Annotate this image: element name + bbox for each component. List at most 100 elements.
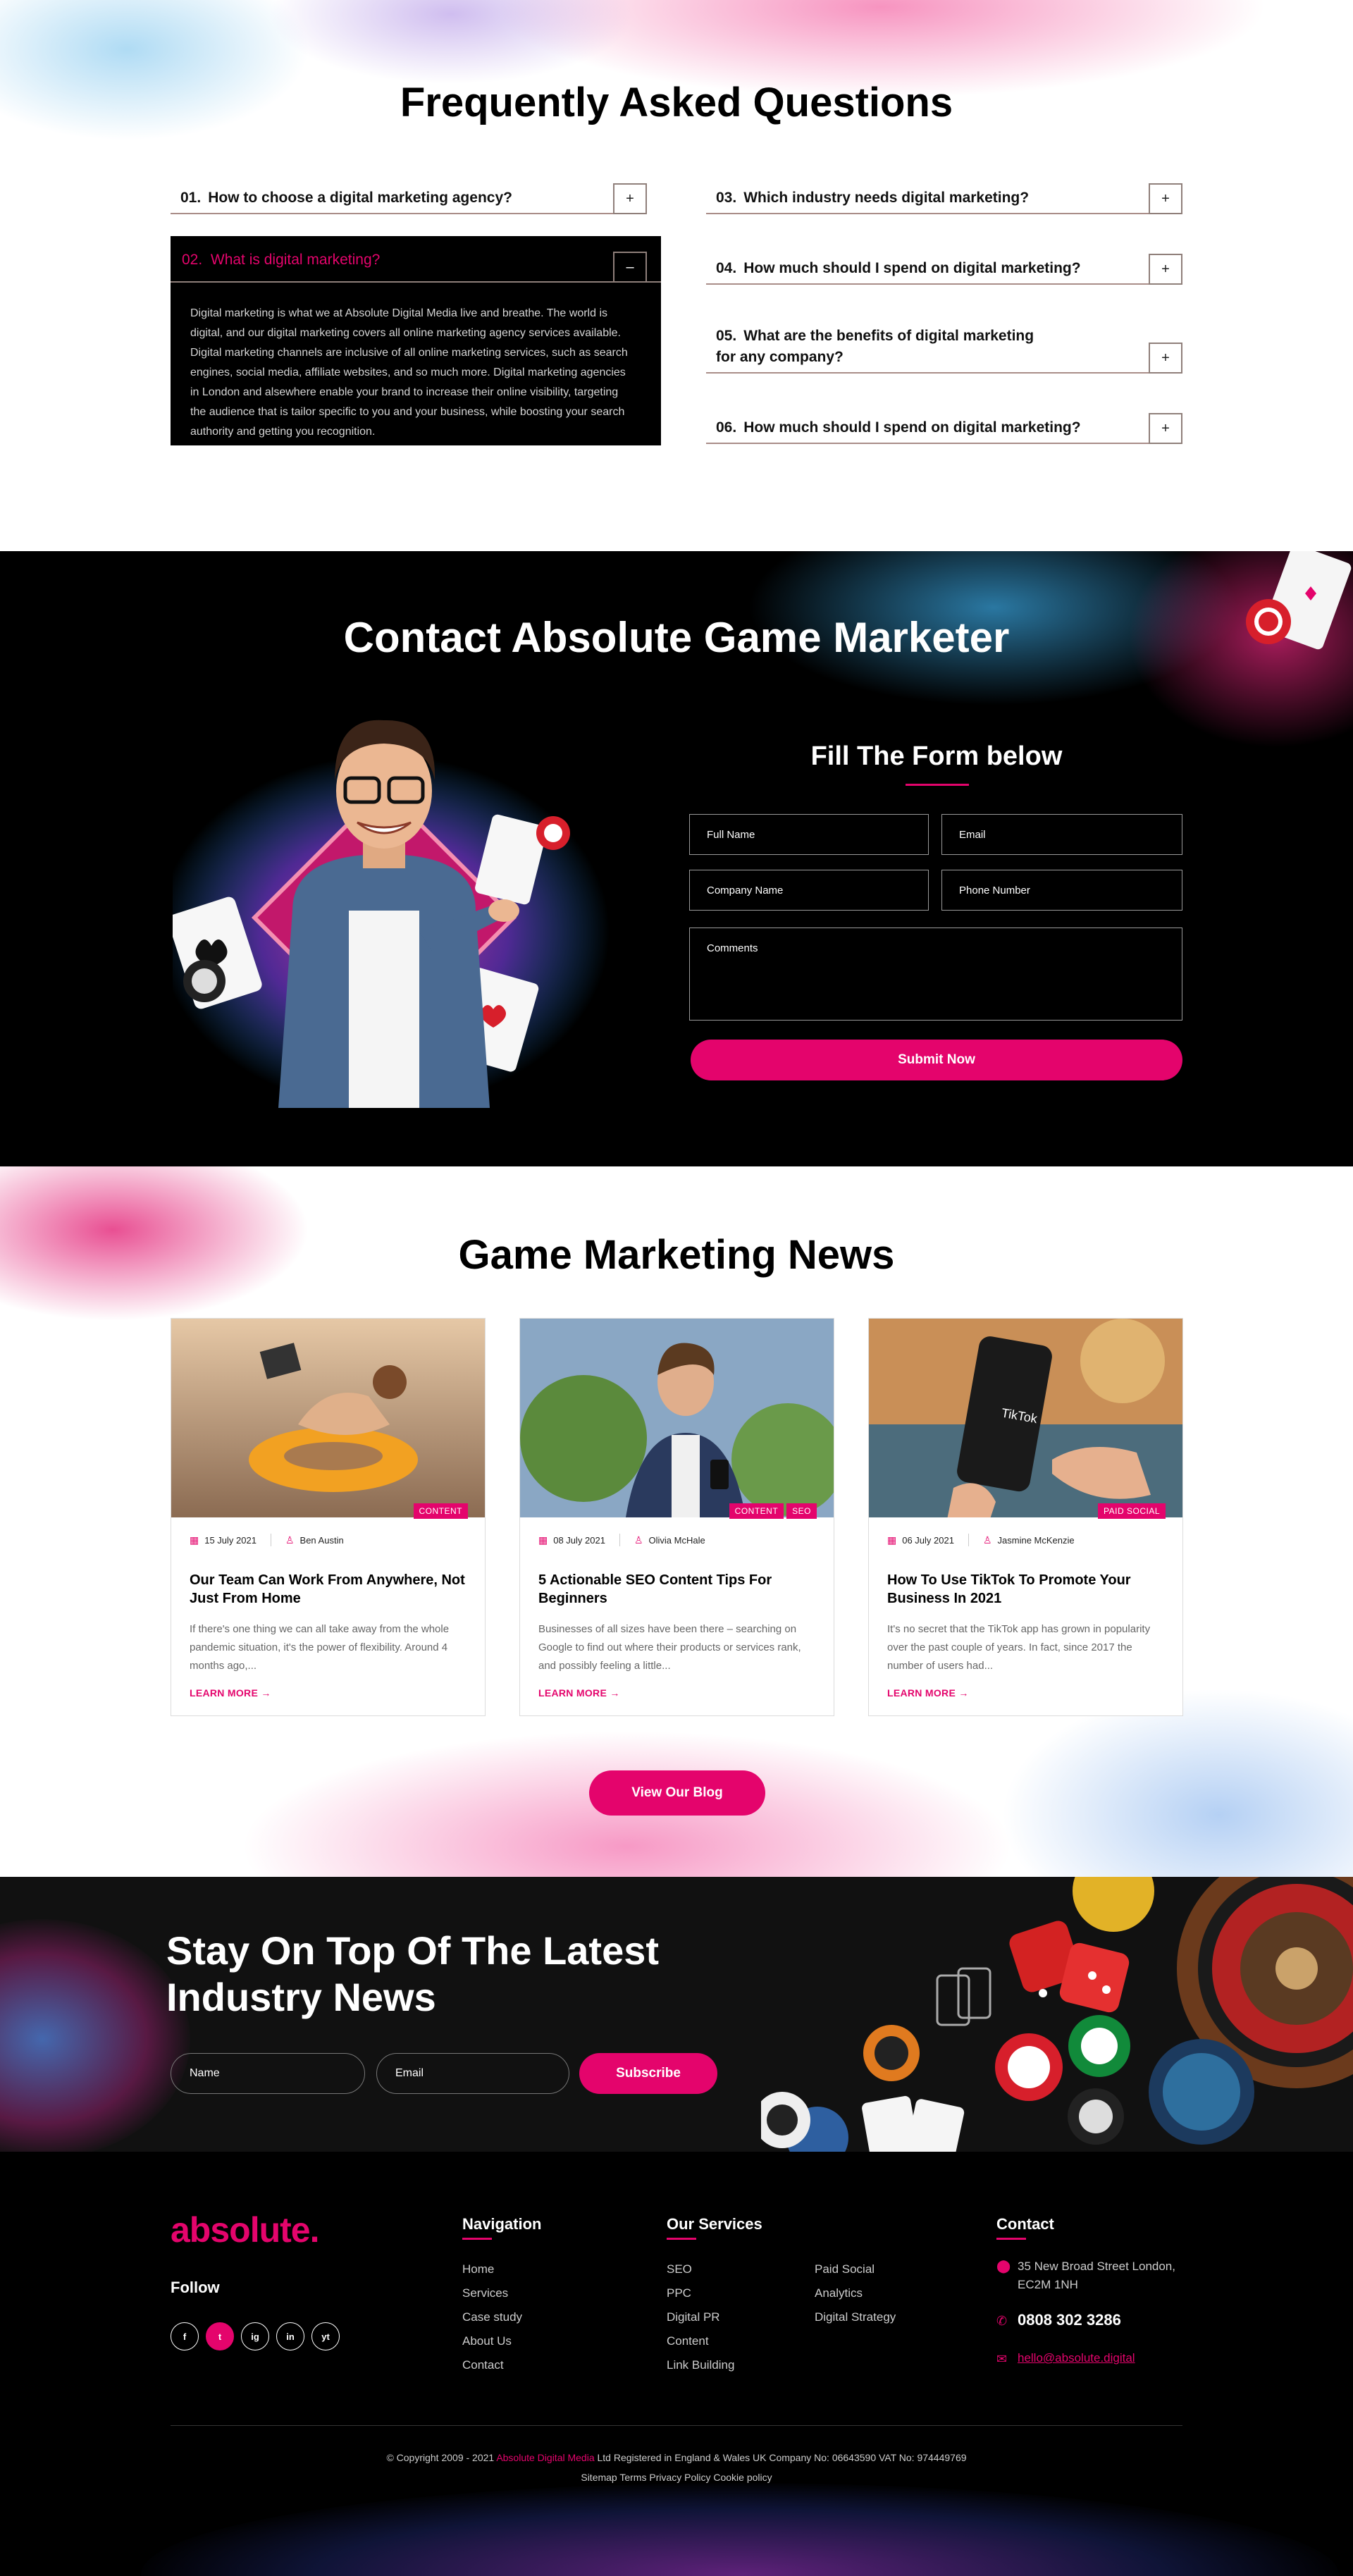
news-card[interactable]: TikTok PAID SOCIAL ▦ 06 July 2021 ♙ Jasm… — [868, 1318, 1183, 1716]
faq-expand-button[interactable]: + — [1149, 413, 1182, 444]
legal-links[interactable]: Sitemap Terms Privacy Policy Cookie poli… — [581, 2472, 772, 2483]
services-list-2: Paid Social Analytics Digital Strategy — [815, 2257, 896, 2329]
faq-collapse-button[interactable]: – — [613, 252, 647, 283]
faq-expand-button[interactable]: + — [1149, 183, 1182, 214]
faq-item-03[interactable]: 03. Which industry needs digital marketin… — [706, 180, 1182, 214]
meta-divider — [619, 1534, 620, 1546]
form-title-underline — [906, 784, 969, 786]
newsletter-name-input[interactable]: Name — [171, 2053, 365, 2094]
service-link[interactable]: Digital Strategy — [815, 2305, 896, 2329]
location-pin-icon: ⬤ — [996, 2259, 1011, 2273]
copyright: © Copyright 2009 - 2021 Absolute Digital… — [386, 2452, 967, 2483]
card-author: Jasmine McKenzie — [997, 1534, 1075, 1546]
company-name-field[interactable]: Company Name — [689, 870, 929, 911]
news-title: Game Marketing News — [458, 1232, 895, 1278]
full-name-field[interactable]: Full Name — [689, 814, 929, 855]
phone-number-field[interactable]: Phone Number — [941, 870, 1182, 911]
facebook-icon[interactable]: f — [171, 2322, 199, 2350]
arrow-right-icon: → — [958, 1687, 969, 1699]
learn-more-link[interactable]: LEARN MORE → — [538, 1687, 620, 1699]
calendar-icon: ▦ — [887, 1534, 897, 1546]
faq-open-question: 02. What is digital marketing? — [182, 252, 381, 268]
faq-question: 04. How much should I spend on digital ma… — [716, 260, 1081, 276]
footer-nav-case-study[interactable]: Case study — [462, 2305, 522, 2329]
linkedin-icon[interactable]: in — [276, 2322, 304, 2350]
service-link[interactable]: PPC — [667, 2281, 734, 2305]
footer-nav-contact[interactable]: Contact — [462, 2353, 522, 2377]
services-heading: Our Services — [667, 2215, 762, 2233]
service-link[interactable]: Paid Social — [815, 2257, 896, 2281]
faq-expand-button[interactable]: + — [1149, 254, 1182, 285]
card-meta: ▦ 15 July 2021 ♙ Ben Austin — [190, 1534, 344, 1546]
contact-heading: Contact — [996, 2215, 1054, 2233]
faq-open-header[interactable]: 02. What is digital marketing? – — [171, 236, 661, 283]
card-meta: ▦ 08 July 2021 ♙ Olivia McHale — [538, 1534, 705, 1546]
comments-field[interactable]: Comments — [689, 928, 1182, 1021]
heading-underline — [462, 2238, 492, 2240]
social-links: f t ig in yt — [171, 2322, 340, 2350]
calendar-icon: ▦ — [190, 1534, 199, 1546]
arrow-right-icon: → — [610, 1687, 620, 1699]
user-icon: ♙ — [285, 1534, 295, 1546]
faq-question: 03. Which industry needs digital marketin… — [716, 190, 1030, 206]
service-link[interactable]: Digital PR — [667, 2305, 734, 2329]
card-tags: PAID SOCIAL — [1098, 1503, 1166, 1519]
faq-question: 06. How much should I spend on digital ma… — [716, 419, 1081, 436]
faq-expand-button[interactable]: + — [1149, 343, 1182, 374]
copyright-brand-link[interactable]: Absolute Digital Media — [496, 2452, 594, 2463]
learn-more-link[interactable]: LEARN MORE → — [190, 1687, 271, 1699]
youtube-icon[interactable]: yt — [311, 2322, 340, 2350]
service-link[interactable]: SEO — [667, 2257, 734, 2281]
footer-nav-home[interactable]: Home — [462, 2257, 522, 2281]
service-link[interactable]: Content — [667, 2329, 734, 2353]
faq-section: Frequently Asked Questions 01. How to cho… — [0, 0, 1353, 551]
newsletter-email-input[interactable]: Email — [376, 2053, 569, 2094]
card-excerpt: It's no secret that the TikTok app has g… — [887, 1623, 1151, 1672]
learn-more-link[interactable]: LEARN MORE → — [887, 1687, 969, 1699]
newsletter-title: Stay On Top Of The Latest Industry News — [166, 1928, 660, 2019]
faq-item-04[interactable]: 04. How much should I spend on digital ma… — [706, 251, 1182, 285]
faq-item-05[interactable]: 05. What are the benefits of digital mark… — [706, 319, 1182, 374]
footer-nav-about[interactable]: About Us — [462, 2329, 522, 2353]
view-blog-button[interactable]: View Our Blog — [589, 1770, 765, 1816]
footer: absolute. Follow f t ig in yt Navigation… — [0, 2152, 1353, 2576]
category-tag[interactable]: SEO — [786, 1503, 817, 1519]
card-excerpt: Businesses of all sizes have been there … — [538, 1623, 801, 1672]
card-title[interactable]: How To Use TikTok To Promote Your Busine… — [887, 1571, 1169, 1608]
card-title[interactable]: 5 Actionable SEO Content Tips For Beginn… — [538, 1571, 820, 1608]
email-field[interactable]: Email — [941, 814, 1182, 855]
faq-item-06[interactable]: 06. How much should I spend on digital ma… — [706, 410, 1182, 444]
card-title[interactable]: Our Team Can Work From Anywhere, Not Jus… — [190, 1571, 471, 1608]
news-card[interactable]: CONTENT SEO ▦ 08 July 2021 ♙ Olivia McHa… — [519, 1318, 834, 1716]
card-tags: CONTENT — [413, 1503, 468, 1519]
faq-item-02-open: 02. What is digital marketing? – Digital… — [171, 236, 661, 445]
news-card[interactable]: CONTENT ▦ 15 July 2021 ♙ Ben Austin Our … — [171, 1318, 486, 1716]
faq-expand-button[interactable]: + — [613, 183, 647, 214]
footer-divider — [171, 2425, 1182, 2426]
faq-item-01[interactable]: 01. How to choose a digital marketing age… — [171, 180, 647, 214]
contact-phone[interactable]: 0808 302 3286 — [1018, 2311, 1121, 2329]
submit-button[interactable]: Submit Now — [691, 1040, 1182, 1080]
card-date: 15 July 2021 — [204, 1534, 257, 1546]
twitter-icon[interactable]: t — [206, 2322, 234, 2350]
absolute-logo[interactable]: absolute. — [171, 2210, 319, 2250]
service-link[interactable]: Link Building — [667, 2353, 734, 2377]
subscribe-button[interactable]: Subscribe — [579, 2053, 717, 2094]
contact-email[interactable]: hello@absolute.digital — [1018, 2351, 1135, 2365]
user-icon: ♙ — [982, 1534, 992, 1546]
faq-answer: Digital marketing is what we at Absolute… — [190, 307, 628, 438]
instagram-icon[interactable]: ig — [241, 2322, 269, 2350]
footer-nav-services[interactable]: Services — [462, 2281, 522, 2305]
newsletter-section: Stay On Top Of The Latest Industry News N… — [0, 1877, 1353, 2152]
service-link[interactable]: Analytics — [815, 2281, 896, 2305]
category-tag[interactable]: CONTENT — [729, 1503, 784, 1519]
card-excerpt: If there's one thing we can all take awa… — [190, 1623, 450, 1672]
powder-decor — [0, 1919, 190, 2152]
powder-purple-decor — [268, 0, 634, 85]
news-section: Game Marketing News CONTENT ▦ 15 July 20… — [0, 1166, 1353, 1877]
news-image-tiktok: TikTok — [869, 1319, 1182, 1517]
navigation-list: Home Services Case study About Us Contac… — [462, 2257, 522, 2377]
news-image-float — [171, 1319, 485, 1517]
category-tag[interactable]: CONTENT — [413, 1503, 468, 1519]
category-tag[interactable]: PAID SOCIAL — [1098, 1503, 1166, 1519]
